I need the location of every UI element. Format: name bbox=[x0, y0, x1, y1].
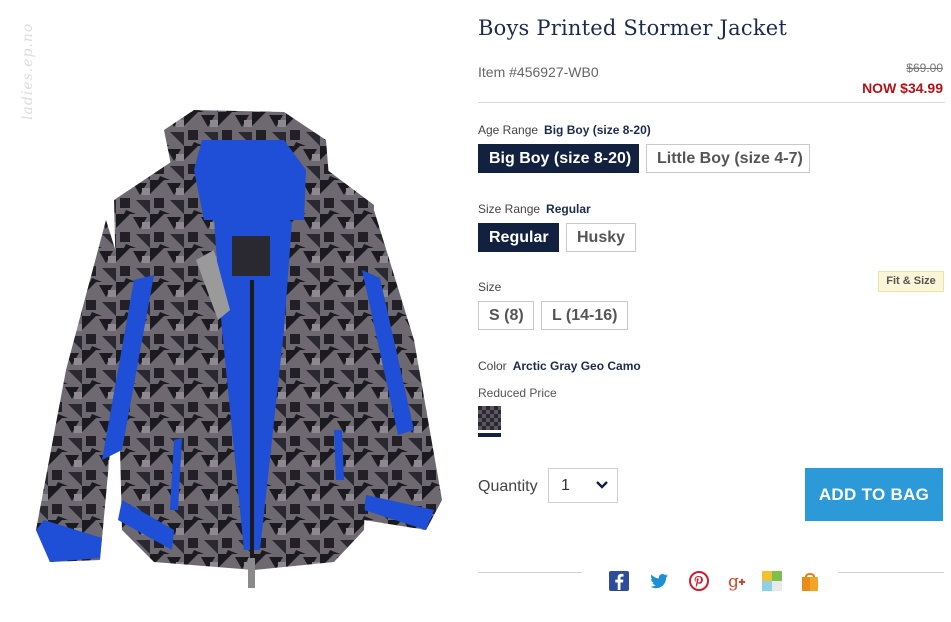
quantity-value: 1 bbox=[561, 477, 570, 494]
reduced-price-label: Reduced Price bbox=[478, 386, 557, 400]
svg-text:g: g bbox=[728, 572, 739, 592]
age-range-title: Age Range bbox=[478, 123, 539, 137]
age-option-big-boy[interactable]: Big Boy (size 8-20) bbox=[478, 144, 639, 173]
quantity-label: Quantity bbox=[478, 478, 538, 495]
color-selected: Arctic Gray Geo Camo bbox=[512, 359, 641, 373]
add-to-bag-button[interactable]: ADD TO BAG bbox=[805, 468, 943, 521]
pinterest-icon[interactable] bbox=[688, 570, 710, 592]
size-option-l[interactable]: L (14-16) bbox=[541, 301, 628, 330]
price-original: $69.00 bbox=[906, 61, 943, 75]
size-label: Size bbox=[478, 280, 502, 294]
age-range-selected: Big Boy (size 8-20) bbox=[544, 123, 651, 137]
color-swatch-arctic-gray[interactable] bbox=[478, 406, 501, 430]
color-label: Color Arctic Gray Geo Camo bbox=[478, 359, 641, 373]
size-range-label: Size Range Regular bbox=[478, 202, 591, 216]
zipper-pull bbox=[248, 558, 255, 588]
price-now: NOW $34.99 bbox=[862, 80, 943, 96]
product-title: Boys Printed Stormer Jacket bbox=[478, 16, 788, 40]
fit-size-link[interactable]: Fit & Size bbox=[878, 271, 944, 292]
share-divider-right bbox=[838, 572, 944, 573]
swatch-selected-indicator bbox=[478, 433, 501, 437]
size-range-selected: Regular bbox=[546, 202, 591, 216]
google-plus-icon[interactable]: g bbox=[727, 570, 749, 592]
twitter-icon[interactable] bbox=[648, 570, 670, 592]
size-option-s[interactable]: S (8) bbox=[478, 301, 534, 330]
share-grid-icon[interactable] bbox=[761, 570, 783, 592]
age-option-little-boy[interactable]: Little Boy (size 4-7) bbox=[646, 144, 810, 173]
quantity-select[interactable]: 1 bbox=[548, 468, 618, 503]
size-range-option-husky[interactable]: Husky bbox=[566, 223, 636, 252]
age-range-label: Age Range Big Boy (size 8-20) bbox=[478, 123, 651, 137]
chevron-down-icon bbox=[596, 481, 608, 489]
color-title: Color bbox=[478, 359, 507, 373]
jacket-hood-lining bbox=[194, 140, 306, 220]
size-range-option-regular[interactable]: Regular bbox=[478, 223, 559, 252]
jacket-label bbox=[232, 236, 270, 276]
item-number: Item #456927-WB0 bbox=[478, 64, 599, 80]
size-range-title: Size Range bbox=[478, 202, 541, 216]
facebook-icon[interactable] bbox=[608, 570, 630, 592]
product-image[interactable] bbox=[14, 10, 458, 610]
share-divider-left bbox=[478, 572, 582, 573]
shopping-bag-icon[interactable] bbox=[799, 570, 821, 592]
divider bbox=[478, 102, 945, 103]
